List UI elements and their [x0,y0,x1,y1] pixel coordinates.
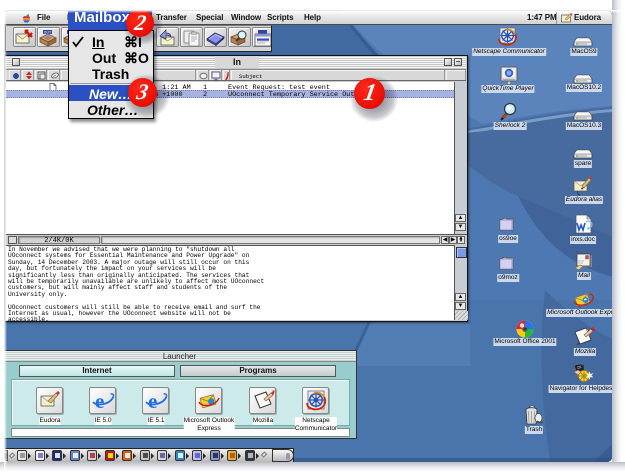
svg-text:e: e [148,389,157,413]
svg-text:e: e [95,389,104,413]
